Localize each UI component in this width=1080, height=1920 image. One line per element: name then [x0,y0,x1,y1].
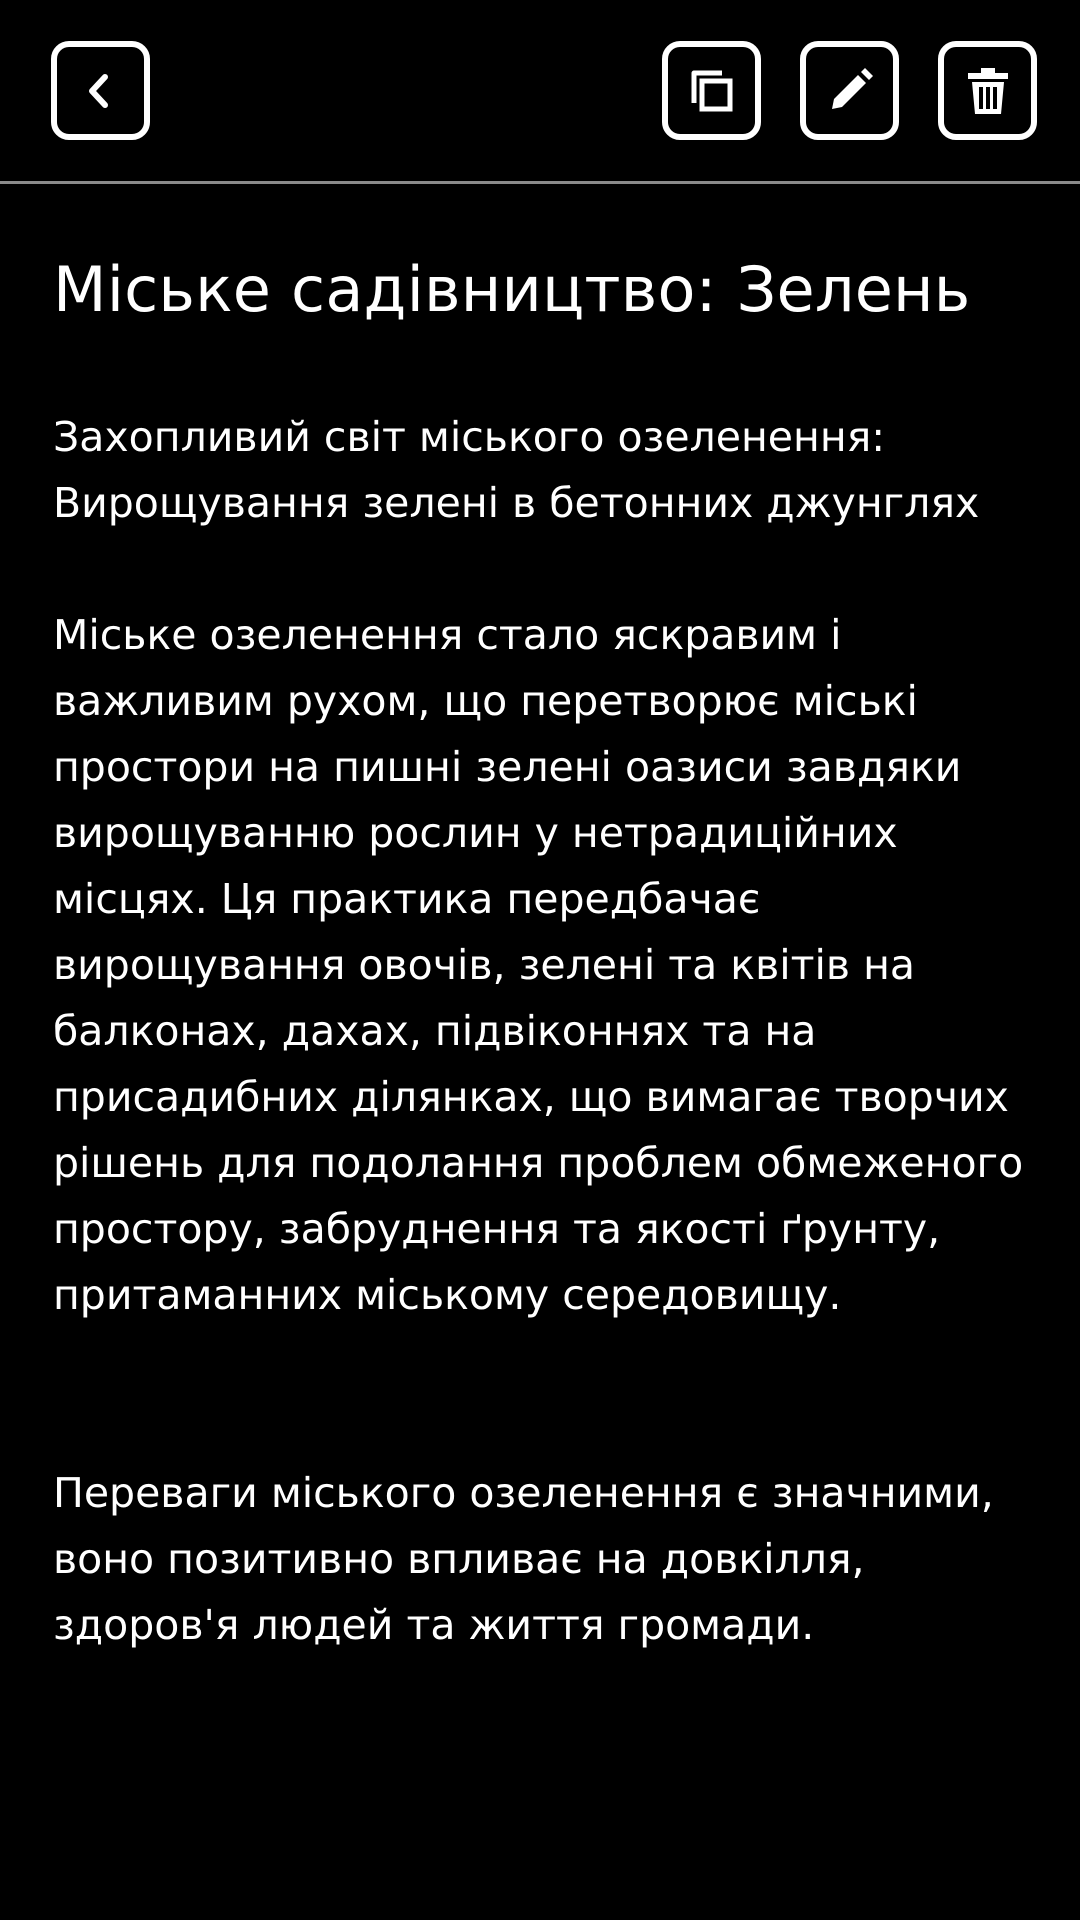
note-subtitle: Захопливий світ міського озеленення: Вир… [53,413,980,527]
note-title: Міське садівництво: Зелень [53,253,971,326]
delete-button[interactable] [938,41,1037,140]
chevron-left-icon [88,73,108,108]
copy-icon [691,70,732,111]
top-toolbar [0,0,1080,184]
copy-button[interactable] [662,41,761,140]
back-button[interactable] [51,41,150,140]
edit-button[interactable] [800,41,899,140]
note-content: Міське садівництво: Зелень Захопливий св… [53,250,1043,1658]
pencil-icon [831,67,873,109]
note-paragraph: Міське озеленення стало яскравим і важли… [53,611,1024,1319]
note-paragraph: Переваги міського озеленення є значними,… [53,1469,994,1649]
trash-icon [967,67,1008,114]
